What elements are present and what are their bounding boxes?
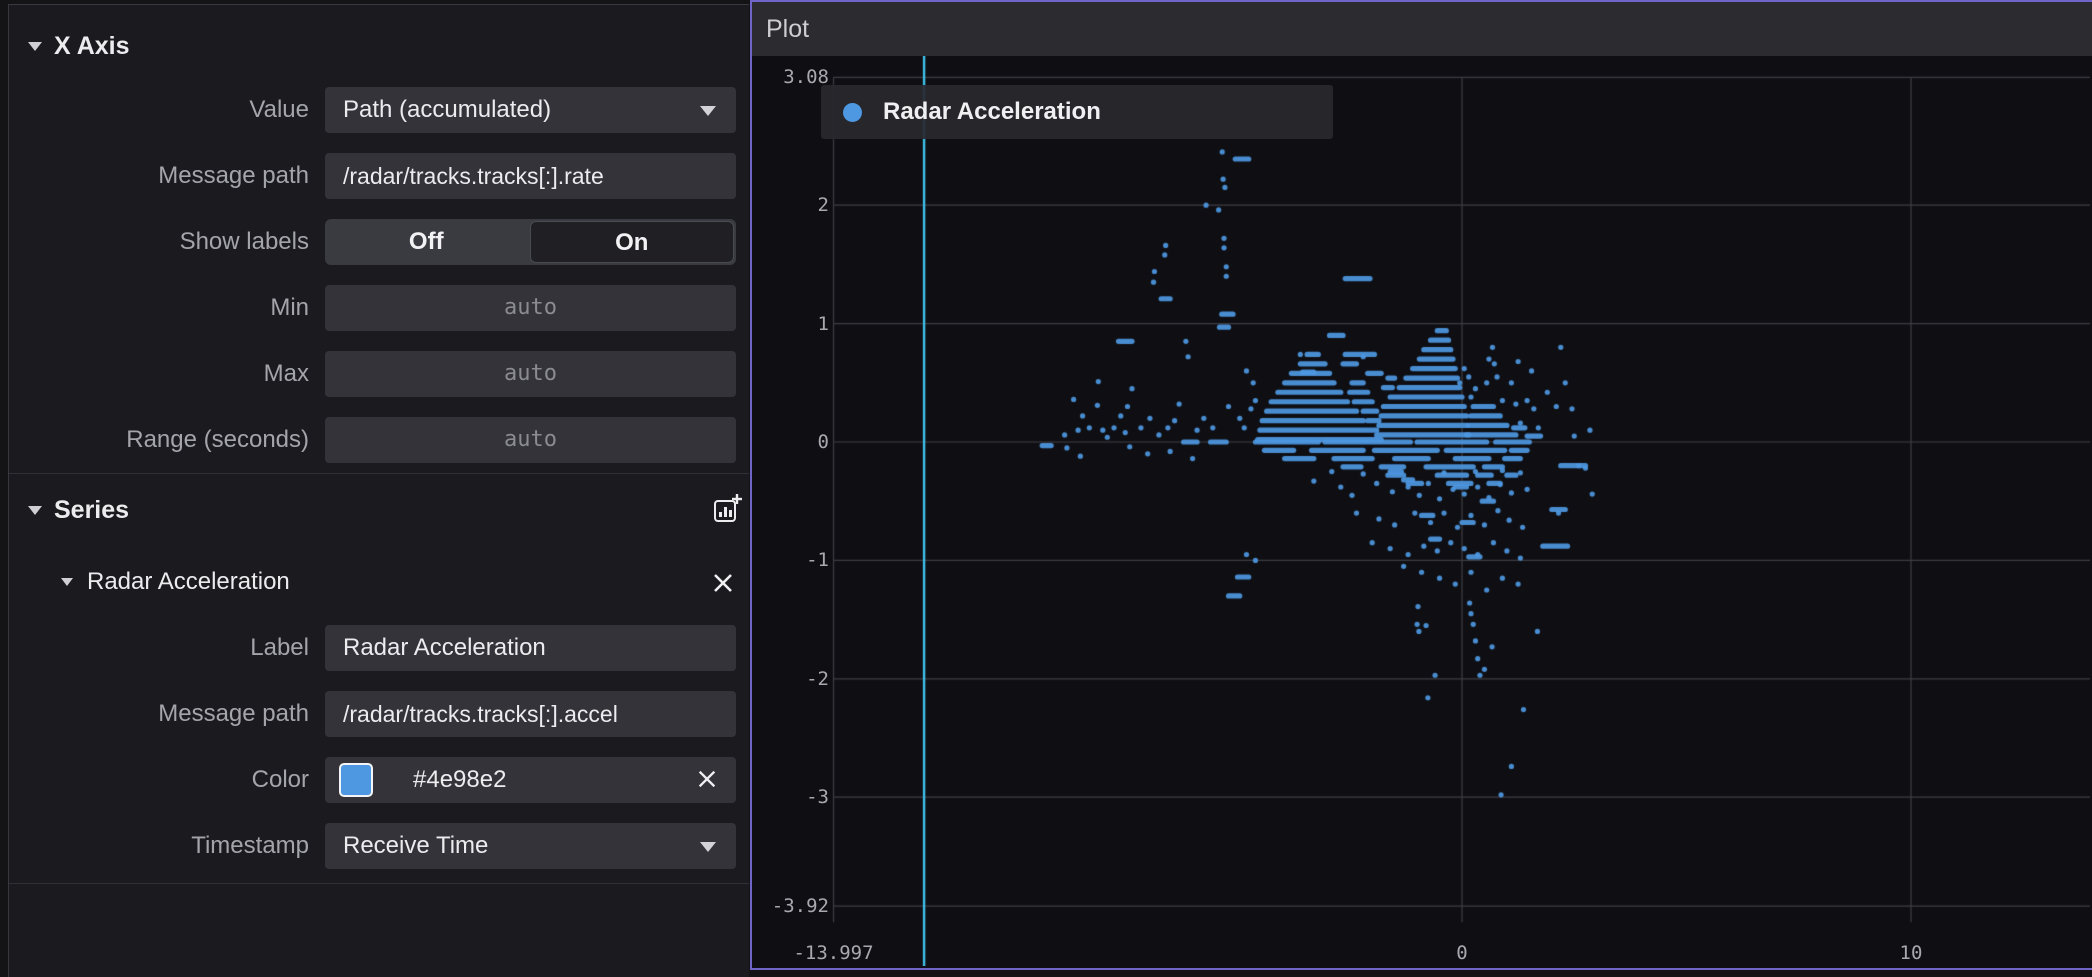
value-dropdown[interactable]: Path (accumulated) bbox=[325, 87, 736, 133]
show-labels-label: Show labels bbox=[9, 219, 309, 265]
min-placeholder: auto bbox=[325, 285, 736, 331]
series-item-name: Radar Acceleration bbox=[87, 568, 290, 596]
x-message-path-value: /radar/tracks.tracks[:].rate bbox=[343, 153, 604, 199]
row-timestamp: Timestamp Receive Time bbox=[9, 823, 749, 869]
section-x-axis[interactable]: X Axis bbox=[28, 31, 130, 61]
close-icon bbox=[696, 768, 718, 790]
row-min: Min auto bbox=[9, 285, 749, 331]
x-tick-label: -13.997 bbox=[764, 942, 904, 964]
plot-panel-titlebar[interactable]: Plot bbox=[752, 2, 2092, 56]
section-title: X Axis bbox=[54, 32, 130, 61]
series-label-label: Label bbox=[9, 625, 309, 671]
timestamp-dropdown[interactable]: Receive Time bbox=[325, 823, 736, 869]
plot-chart-canvas[interactable] bbox=[752, 56, 2090, 966]
y-tick-label: -3.92 bbox=[757, 895, 829, 917]
series-item-radar-acceleration[interactable]: Radar Acceleration bbox=[9, 565, 749, 599]
range-label: Range (seconds) bbox=[9, 417, 309, 463]
chevron-down-icon bbox=[700, 842, 716, 852]
section-title: Series bbox=[54, 496, 129, 525]
clear-color-button[interactable] bbox=[696, 768, 720, 792]
caret-down-icon bbox=[28, 42, 42, 51]
app: { "settings": { "xaxis": { "title": "X A… bbox=[0, 0, 2092, 976]
legend-series-label: Radar Acceleration bbox=[883, 85, 1101, 139]
max-label: Max bbox=[9, 351, 309, 397]
row-show-labels: Show labels Off On bbox=[9, 219, 749, 265]
row-range: Range (seconds) auto bbox=[9, 417, 749, 463]
y-tick-label: -1 bbox=[757, 549, 829, 571]
row-max: Max auto bbox=[9, 351, 749, 397]
series-color-label: Color bbox=[9, 757, 309, 803]
series-message-path-value: /radar/tracks.tracks[:].accel bbox=[343, 691, 618, 737]
y-tick-label: -2 bbox=[757, 668, 829, 690]
timestamp-label: Timestamp bbox=[9, 823, 309, 869]
plot-legend[interactable]: Radar Acceleration bbox=[821, 85, 1333, 139]
series-color-value: #4e98e2 bbox=[413, 757, 506, 803]
row-x-message-path: Message path /radar/tracks.tracks[:].rat… bbox=[9, 153, 749, 199]
value-dropdown-value: Path (accumulated) bbox=[343, 87, 551, 133]
plot-panel-title: Plot bbox=[766, 2, 809, 56]
section-divider bbox=[9, 473, 749, 474]
value-label: Value bbox=[9, 87, 309, 133]
add-series-button[interactable] bbox=[713, 493, 743, 530]
series-label-value: Radar Acceleration bbox=[343, 625, 546, 671]
y-tick-label: 3.08 bbox=[757, 66, 829, 88]
caret-down-icon bbox=[28, 506, 42, 515]
y-tick-label: 1 bbox=[757, 313, 829, 335]
section-divider bbox=[9, 883, 749, 884]
series-color-dot bbox=[843, 103, 862, 122]
series-message-path-label: Message path bbox=[9, 691, 309, 737]
y-tick-label: 2 bbox=[757, 194, 829, 216]
series-color-input[interactable]: #4e98e2 bbox=[325, 757, 736, 803]
row-series-message-path: Message path /radar/tracks.tracks[:].acc… bbox=[9, 691, 749, 737]
delete-series-button[interactable] bbox=[711, 571, 735, 595]
message-path-label: Message path bbox=[9, 153, 309, 199]
show-labels-off-button[interactable]: Off bbox=[325, 219, 528, 265]
range-placeholder: auto bbox=[325, 417, 736, 463]
caret-down-icon bbox=[61, 578, 73, 586]
show-labels-toggle: Off On bbox=[325, 219, 736, 265]
series-message-path-input[interactable]: /radar/tracks.tracks[:].accel bbox=[325, 691, 736, 737]
row-series-label: Label Radar Acceleration bbox=[9, 625, 749, 671]
min-label: Min bbox=[9, 285, 309, 331]
timestamp-dropdown-value: Receive Time bbox=[343, 823, 488, 869]
min-input[interactable]: auto bbox=[325, 285, 736, 331]
section-series[interactable]: Series bbox=[28, 495, 129, 525]
y-tick-label: -3 bbox=[757, 786, 829, 808]
series-label-input[interactable]: Radar Acceleration bbox=[325, 625, 736, 671]
show-labels-on-button[interactable]: On bbox=[530, 221, 735, 263]
x-tick-label: 0 bbox=[1392, 942, 1532, 964]
max-placeholder: auto bbox=[325, 351, 736, 397]
plot-settings-panel: X Axis Value Path (accumulated) Message … bbox=[8, 4, 749, 977]
x-message-path-input[interactable]: /radar/tracks.tracks[:].rate bbox=[325, 153, 736, 199]
y-tick-label: 0 bbox=[757, 431, 829, 453]
color-swatch[interactable] bbox=[339, 763, 373, 797]
x-tick-label: 10 bbox=[1841, 942, 1981, 964]
chevron-down-icon bbox=[700, 106, 716, 116]
row-series-color: Color #4e98e2 bbox=[9, 757, 749, 803]
range-input[interactable]: auto bbox=[325, 417, 736, 463]
max-input[interactable]: auto bbox=[325, 351, 736, 397]
row-value: Value Path (accumulated) bbox=[9, 87, 749, 133]
add-chart-icon bbox=[713, 493, 743, 525]
close-icon bbox=[711, 571, 735, 595]
